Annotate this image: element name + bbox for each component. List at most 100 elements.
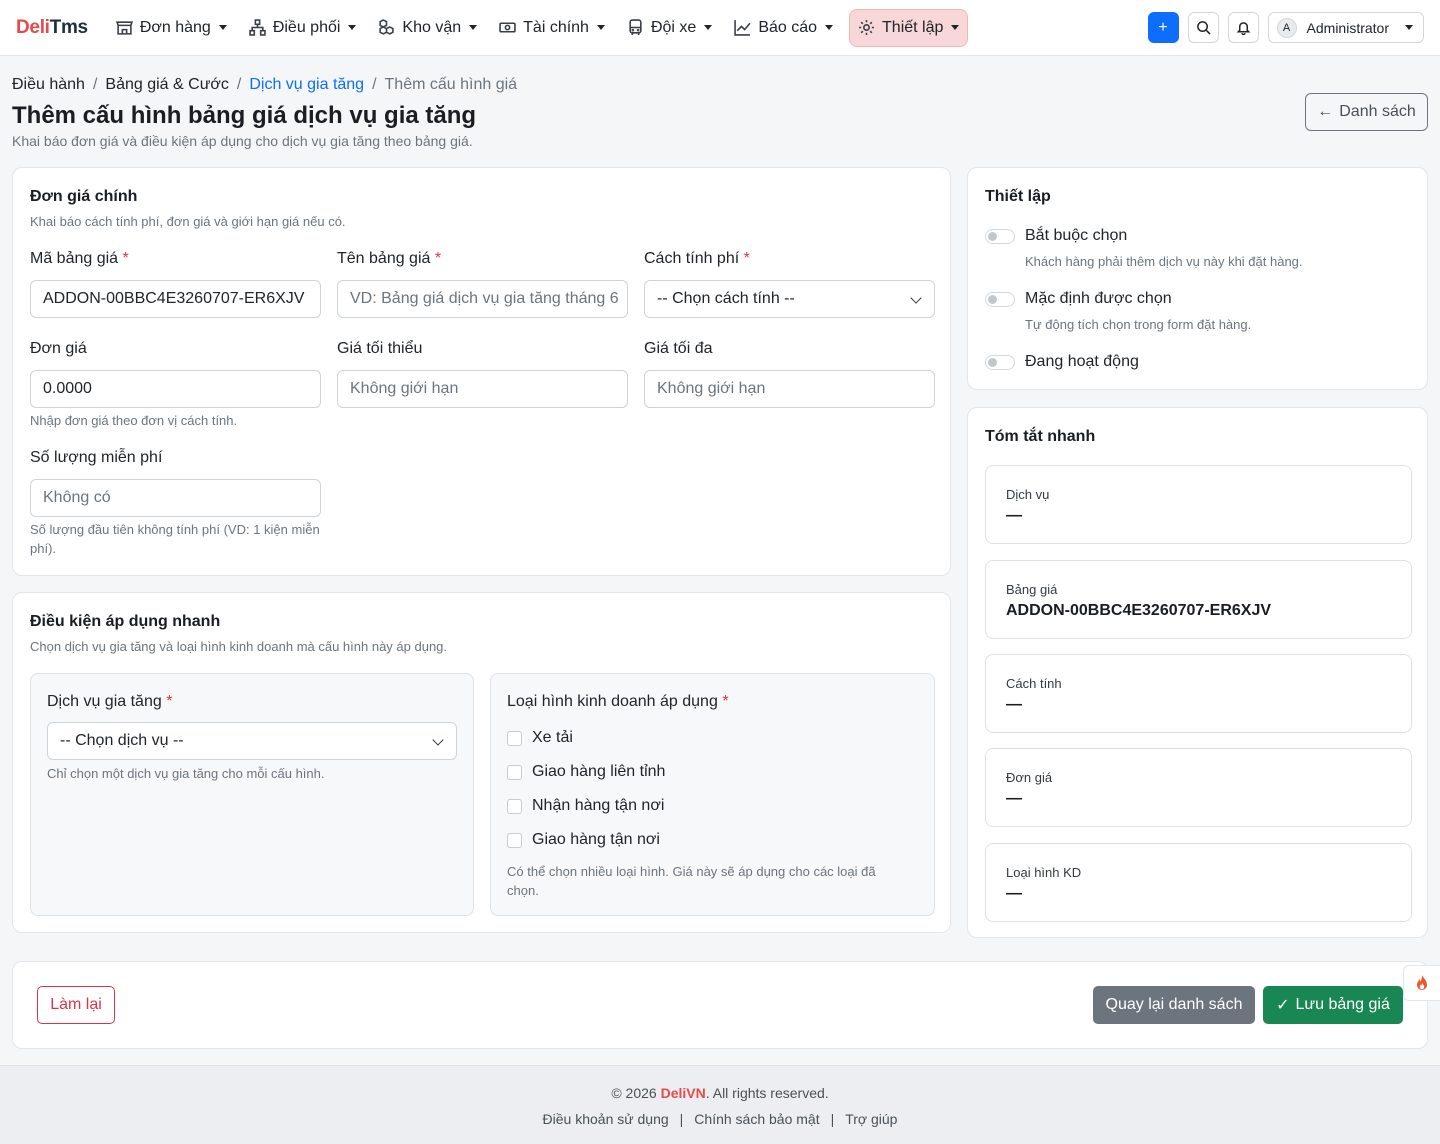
settings-card-title: Thiết lập (985, 188, 1051, 205)
summary-value: — (1006, 507, 1022, 524)
business-option-interprovincial[interactable]: Giao hàng liên tỉnh (507, 763, 665, 781)
toggle-required-hint: Khách hàng phải thêm dịch vụ này khi đặt… (1025, 254, 1303, 269)
checkbox[interactable] (507, 730, 522, 746)
user-name: Administrator (1306, 19, 1389, 36)
action-bar: Làm lại Quay lại danh sách ✓ Lưu bảng giá (12, 961, 1428, 1049)
back-to-list-bottom-button[interactable]: Quay lại danh sách (1093, 986, 1255, 1024)
nav-warehouse[interactable]: Kho vận (372, 9, 483, 47)
toggle-switch[interactable] (985, 228, 1015, 244)
toggle-switch[interactable] (985, 354, 1015, 370)
save-button[interactable]: ✓ Lưu bảng giá (1263, 986, 1403, 1024)
toggle-switch[interactable] (985, 291, 1015, 307)
footer-link-privacy[interactable]: Chính sách bảo mật (694, 1111, 819, 1127)
user-menu[interactable]: A Administrator (1267, 12, 1424, 43)
business-option-truck[interactable]: Xe tải (507, 729, 573, 747)
summary-value: — (1006, 790, 1022, 807)
breadcrumb-item-operations[interactable]: Điều hành (12, 76, 85, 94)
min-price-input[interactable]: Không giới hạn (337, 370, 628, 408)
quick-add-button[interactable]: + (1147, 12, 1179, 43)
free-qty-label: Số lượng miễn phí (30, 449, 163, 466)
toggle-required[interactable]: Bắt buộc chọn (985, 227, 1127, 245)
nav-orders[interactable]: Đơn hàng (110, 9, 233, 47)
conditions-card: Điều kiện áp dụng nhanh Chọn dịch vụ gia… (12, 592, 951, 933)
service-hint: Chỉ chọn một dịch vụ gia tăng cho mỗi cấ… (47, 766, 325, 781)
nav-settings[interactable]: Thiết lập (849, 8, 969, 47)
price-code-input[interactable]: ADDON-00BBC4E3260707-ER6XJV (30, 280, 321, 318)
back-to-list-button[interactable]: ← Danh sách (1305, 93, 1428, 131)
page-title: Thêm cấu hình bảng giá dịch vụ gia tăng (12, 102, 477, 129)
min-price-label: Giá tối thiểu (337, 340, 423, 357)
price-name-input[interactable]: VD: Bảng giá dịch vụ gia tăng tháng 6 (337, 280, 628, 318)
check-icon: ✓ (1276, 997, 1290, 1014)
arrow-left-icon: ← (1317, 103, 1334, 120)
avatar: A (1276, 17, 1297, 38)
notifications-button[interactable] (1227, 12, 1259, 43)
breadcrumb-separator: / (372, 76, 377, 93)
nav-fleet[interactable]: Đội xe (621, 9, 718, 47)
search-button[interactable] (1187, 12, 1219, 43)
free-qty-hint: Số lượng đầu tiên không tính phí (VD: 1 … (30, 522, 320, 556)
unit-price-input[interactable]: 0.0000 (30, 370, 321, 408)
business-option-pickup[interactable]: Nhận hàng tận nơi (507, 797, 664, 815)
max-price-label: Giá tối đa (644, 340, 713, 357)
unit-price-label: Đơn giá (30, 340, 87, 357)
summary-method: Cách tính — (985, 654, 1412, 733)
breadcrumb-item-pricing[interactable]: Bảng giá & Cước (105, 76, 228, 94)
breadcrumb-item-addon-services[interactable]: Dịch vụ gia tăng (249, 76, 364, 94)
business-type-hint: Có thể chọn nhiều loại hình. Giá này sẽ … (507, 864, 876, 898)
nav-reports[interactable]: Báo cáo (728, 9, 839, 47)
pricing-card-title: Đơn giá chính (30, 188, 138, 205)
price-name-label: Tên bảng giá * (337, 250, 442, 267)
store-icon (115, 21, 133, 35)
conditions-card-subtitle: Chọn dịch vụ gia tăng và loại hình kinh … (30, 639, 448, 654)
summary-card: Tóm tắt nhanh Dịch vụ — Bảng giá ADDON-0… (967, 407, 1428, 938)
brand-logo[interactable]: DeliTms (16, 17, 88, 39)
free-qty-input[interactable]: Không có (30, 479, 321, 517)
checkbox[interactable] (507, 798, 522, 814)
checkbox[interactable] (507, 832, 522, 848)
caret-icon (704, 25, 713, 30)
page-footer: © 2026 DeliVN. All rights reserved. Điều… (0, 1065, 1440, 1144)
business-type-label: Loại hình kinh doanh áp dụng * (507, 693, 729, 710)
toggle-default-hint: Tự động tích chọn trong form đặt hàng. (1025, 317, 1252, 332)
summary-label: Cách tính (1006, 676, 1062, 691)
breadcrumb-separator: / (92, 76, 98, 93)
summary-label: Bảng giá (1006, 582, 1058, 597)
nav-right-tools: + A Administrator (1139, 12, 1424, 43)
summary-value: ADDON-00BBC4E3260707-ER6XJV (1006, 602, 1272, 619)
checkbox[interactable] (507, 764, 522, 780)
search-icon (1196, 21, 1211, 35)
caret-icon (951, 25, 960, 30)
pricing-card-subtitle: Khai báo cách tính phí, đơn giá và giới … (30, 214, 346, 229)
service-panel: Dịch vụ gia tăng * -- Chọn dịch vụ -- Ch… (30, 673, 474, 916)
footer-link-help[interactable]: Trợ giúp (845, 1111, 897, 1127)
charge-method-label: Cách tính phí * (644, 250, 750, 267)
service-select[interactable]: -- Chọn dịch vụ -- (47, 722, 457, 760)
chevron-down-icon (910, 292, 922, 304)
toggle-active[interactable]: Đang hoạt động (985, 353, 1139, 371)
network-icon (249, 19, 266, 36)
service-label: Dịch vụ gia tăng * (47, 693, 173, 710)
settings-card: Thiết lập Bắt buộc chọn Khách hàng phải … (967, 167, 1428, 390)
summary-value: — (1006, 696, 1022, 713)
nav-dispatch[interactable]: Điều phối (243, 9, 363, 47)
flame-widget-button[interactable] (1403, 965, 1440, 1001)
nav-finance[interactable]: Tài chính (493, 9, 611, 47)
reset-button[interactable]: Làm lại (37, 986, 115, 1024)
footer-link-terms[interactable]: Điều khoản sử dụng (543, 1111, 669, 1127)
charge-method-select[interactable]: -- Chọn cách tính -- (644, 280, 935, 318)
flame-icon (1417, 975, 1427, 990)
business-option-door-delivery[interactable]: Giao hàng tận nơi (507, 831, 660, 849)
caret-icon (469, 25, 478, 30)
cash-icon (499, 22, 516, 33)
summary-label: Loại hình KD (1006, 865, 1082, 880)
toggle-default-selected[interactable]: Mặc định được chọn (985, 290, 1172, 308)
summary-label: Đơn giá (1006, 770, 1053, 785)
max-price-input[interactable]: Không giới hạn (644, 370, 935, 408)
summary-service: Dịch vụ — (985, 465, 1412, 544)
gear-icon (859, 20, 874, 35)
copyright: © 2026 DeliVN. All rights reserved. (611, 1085, 829, 1101)
summary-business-type: Loại hình KD — (985, 843, 1412, 922)
bus-icon (629, 19, 642, 35)
caret-icon (1405, 25, 1413, 30)
